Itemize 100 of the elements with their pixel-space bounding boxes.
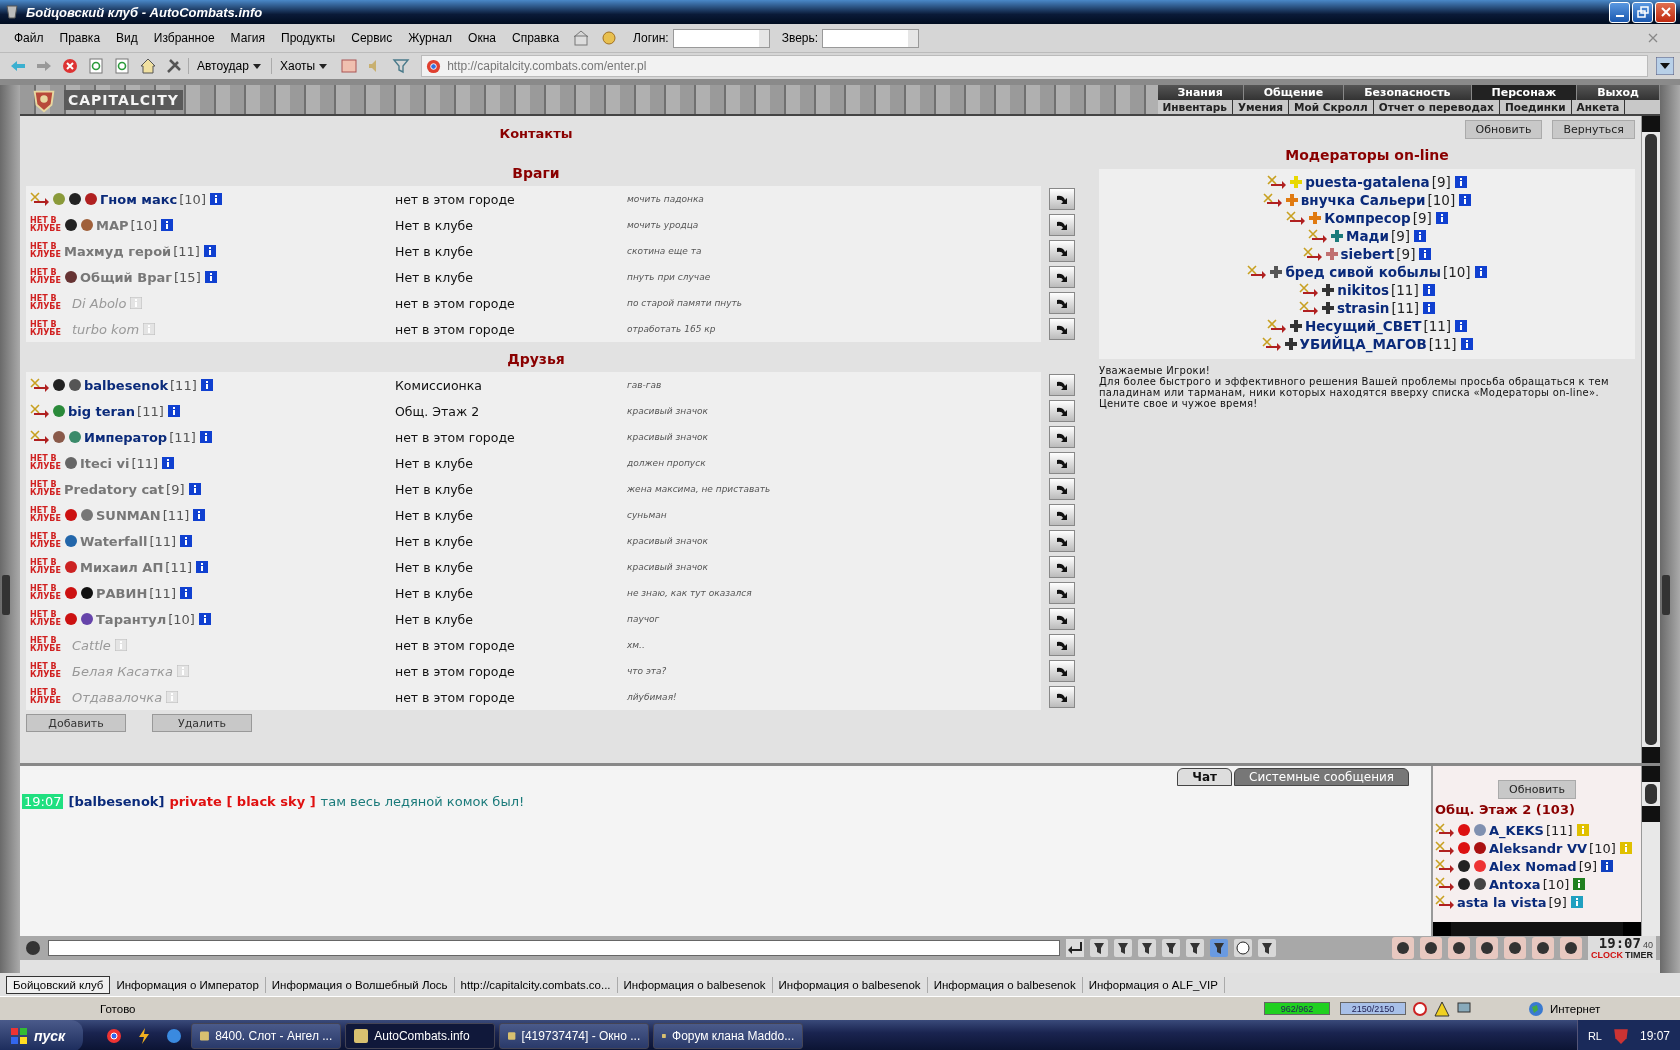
stop-icon[interactable] — [61, 57, 79, 75]
subnav-link[interactable]: Умения — [1232, 100, 1290, 114]
chat-tab[interactable]: Чат — [1177, 768, 1233, 786]
info-icon[interactable] — [1454, 176, 1467, 188]
menu-item[interactable]: Журнал — [402, 29, 459, 47]
player-name[interactable]: МАР — [96, 217, 129, 233]
info-icon[interactable] — [1460, 338, 1473, 350]
player-name[interactable]: Михаил АП — [80, 559, 164, 575]
menu-item[interactable]: Избранное — [147, 29, 221, 47]
info-icon[interactable] — [188, 483, 201, 495]
subnav-link[interactable]: Отчет о переводах — [1373, 100, 1500, 114]
window-tab[interactable]: Информация о ALF_VIP — [1082, 976, 1225, 993]
scrollbar[interactable] — [1641, 766, 1660, 936]
info-icon[interactable] — [1474, 266, 1487, 278]
info-icon[interactable] — [196, 561, 208, 573]
scrollbar[interactable] — [1641, 116, 1660, 763]
reply-button[interactable] — [1049, 426, 1075, 448]
pet-dropdown[interactable] — [822, 28, 920, 48]
chat-tab[interactable]: Системные сообщения — [1234, 768, 1409, 786]
player-name[interactable]: Waterfall — [80, 533, 148, 549]
info-icon[interactable] — [1573, 878, 1586, 890]
side-handle-icon[interactable] — [1662, 575, 1670, 615]
info-icon[interactable] — [1455, 320, 1468, 332]
info-icon[interactable] — [161, 219, 174, 231]
info-icon[interactable] — [209, 193, 222, 205]
menu-item[interactable]: Файл — [8, 29, 50, 47]
player-name[interactable]: siebert — [1340, 246, 1395, 262]
window-tab[interactable]: Информация о balbesenok — [772, 976, 928, 993]
reply-button[interactable] — [1049, 530, 1075, 552]
info-icon[interactable] — [193, 509, 206, 521]
action-button[interactable]: Добавить — [26, 714, 126, 732]
player-name[interactable]: balbesenok — [84, 377, 169, 393]
browser-icon[interactable] — [105, 1027, 124, 1045]
dropdown-arrow-icon[interactable] — [1656, 57, 1674, 75]
window-tab[interactable]: Бойцовский клуб — [6, 975, 111, 994]
player-name[interactable]: Император — [84, 429, 168, 445]
player-name[interactable]: Aleksandr VV — [1489, 840, 1588, 856]
info-icon[interactable] — [203, 245, 216, 257]
player-name[interactable]: nikitos — [1337, 282, 1389, 298]
reply-button[interactable] — [1049, 266, 1075, 288]
reply-button[interactable] — [1049, 240, 1075, 262]
taskbar-item[interactable]: AutoCombats.info — [345, 1023, 496, 1049]
restore-button[interactable] — [1632, 1, 1653, 23]
reply-button[interactable] — [1049, 582, 1075, 604]
menu-item[interactable]: Правка — [53, 29, 107, 47]
info-icon[interactable] — [1601, 860, 1614, 872]
player-name[interactable]: Тарантул — [96, 611, 167, 627]
reply-button[interactable] — [1049, 634, 1075, 656]
tools-icon[interactable] — [165, 57, 183, 75]
reply-button[interactable] — [1049, 292, 1075, 314]
page-button[interactable]: Вернуться — [1552, 120, 1635, 139]
login-dropdown[interactable] — [672, 28, 770, 48]
reply-button[interactable] — [1049, 556, 1075, 578]
enter-icon[interactable] — [1066, 939, 1084, 957]
info-icon[interactable] — [198, 613, 211, 625]
player-name[interactable]: Несущий_СВЕТ — [1304, 318, 1422, 334]
player-name[interactable]: Alex Nomad — [1489, 858, 1577, 874]
home-icon[interactable] — [139, 57, 157, 75]
info-icon[interactable] — [162, 457, 175, 469]
speech-icon[interactable] — [24, 939, 42, 957]
reply-button[interactable] — [1049, 452, 1075, 474]
player-name[interactable]: бред сивой кобылы — [1285, 264, 1441, 280]
window-tab[interactable]: Информация о balbesenok — [617, 976, 773, 993]
subnav-link[interactable]: Поединки — [1499, 100, 1572, 114]
player-name[interactable]: Общий Враг — [80, 269, 173, 285]
subnav-link[interactable]: Инвентарь — [1157, 100, 1233, 114]
info-icon[interactable] — [1435, 212, 1448, 224]
page-button[interactable]: Обновить — [1464, 120, 1543, 139]
menu-item[interactable]: Продукты — [275, 29, 342, 47]
player-name[interactable]: Predatory cat — [64, 481, 165, 497]
smiley-icon[interactable] — [1234, 939, 1252, 957]
reply-button[interactable] — [1049, 188, 1075, 210]
info-icon[interactable] — [200, 379, 213, 391]
address-field[interactable]: http://capitalcity.combats.com/enter.pl — [421, 55, 1648, 77]
reply-button[interactable] — [1049, 478, 1075, 500]
menu-item[interactable]: Справка — [506, 29, 566, 47]
info-icon[interactable] — [204, 271, 217, 283]
language-indicator[interactable]: RL — [1587, 1030, 1602, 1042]
reply-button[interactable] — [1049, 608, 1075, 630]
player-name[interactable]: Мади — [1346, 228, 1389, 244]
taskbar-item[interactable]: Форум клана Maddo... — [653, 1023, 804, 1049]
window-tab[interactable]: Информация о Император — [110, 976, 266, 993]
refresh-button[interactable]: Обновить — [1498, 780, 1576, 799]
clock-label[interactable]: CLOCK — [1591, 950, 1623, 960]
info-icon[interactable] — [179, 587, 192, 599]
nav-tab[interactable]: Персонаж — [1471, 85, 1578, 100]
menu-item[interactable]: Окна — [462, 29, 502, 47]
player-name[interactable]: puesta-gatalena — [1305, 174, 1430, 190]
info-icon[interactable] — [1423, 302, 1436, 314]
autohit-button[interactable]: Автоудар — [188, 58, 269, 74]
player-name[interactable]: asta la vista — [1457, 894, 1547, 910]
menu-item[interactable]: Магия — [224, 29, 271, 47]
info-icon[interactable] — [1419, 248, 1432, 260]
info-icon[interactable] — [1422, 284, 1435, 296]
menu-item[interactable]: Вид — [110, 29, 144, 47]
message-sender[interactable]: [balbesenok] — [68, 794, 165, 809]
start-button[interactable]: пуск — [0, 1020, 84, 1050]
player-name[interactable]: Гном макс — [100, 191, 178, 207]
player-name[interactable]: Компресор — [1324, 210, 1411, 226]
player-name[interactable]: внучка Сальери — [1300, 192, 1426, 208]
